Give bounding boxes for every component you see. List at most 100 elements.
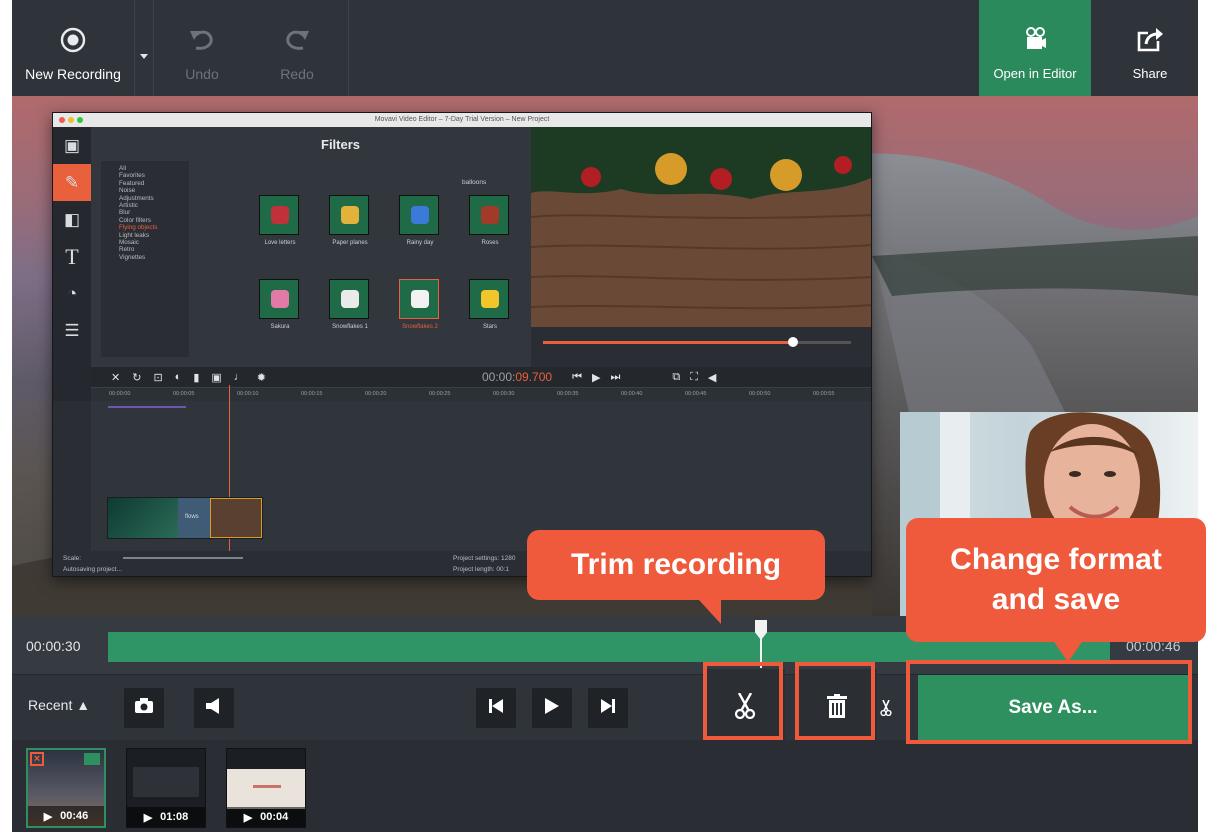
- filter-name: Love letters: [264, 240, 296, 246]
- shapes-icon: ◔: [66, 283, 78, 303]
- autosave-status: Autosaving project...: [63, 566, 122, 573]
- thumbnail-image: [133, 767, 199, 797]
- cut-icon[interactable]: ✕: [111, 371, 120, 384]
- redo-button[interactable]: Redo: [257, 0, 337, 96]
- prev-frame-icon[interactable]: ⏮: [572, 371, 582, 384]
- ruler-tick-label: 00:00:20: [365, 391, 387, 397]
- editor-progress-remaining: [793, 341, 851, 344]
- filter-category-item[interactable]: Flying objects: [119, 224, 185, 231]
- filter-preview-mark: [341, 290, 359, 308]
- remove-icon[interactable]: ×: [30, 752, 44, 766]
- new-recording-button[interactable]: New Recording: [12, 0, 134, 96]
- filter-name: Sakura: [270, 324, 290, 330]
- scissors-small-icon[interactable]: [878, 697, 894, 719]
- filter-category-item[interactable]: Color filters: [119, 217, 185, 224]
- open-in-editor-button[interactable]: Open in Editor: [979, 0, 1091, 96]
- settings-icon[interactable]: ✹: [257, 371, 266, 384]
- redo-icon: [283, 20, 311, 60]
- minimize-dot-icon: [68, 117, 74, 123]
- rotate-icon[interactable]: ↻: [132, 371, 141, 384]
- recent-thumbnail[interactable]: ▶ 01:08: [126, 748, 206, 828]
- volume-icon[interactable]: ◀: [708, 371, 716, 384]
- filter-category-item[interactable]: Light leaks: [119, 232, 185, 239]
- filter-thumbnail[interactable]: Snowflakes 2: [399, 279, 439, 330]
- filter-thumbnail[interactable]: Snowflakes 1: [329, 279, 369, 330]
- duration-bar: ▶ 00:04: [227, 807, 305, 827]
- filter-thumbnail[interactable]: Love letters: [259, 195, 299, 246]
- recent-duration: 01:08: [160, 811, 189, 823]
- filter-category-item[interactable]: Retro: [119, 246, 185, 253]
- filter-category-list: All Favorites Featured Noise Adjustments Arti…: [101, 161, 189, 357]
- more-icon: ☰: [64, 320, 80, 340]
- undo-button[interactable]: Undo: [162, 0, 242, 96]
- fullscreen-icon[interactable]: ⛶: [690, 371, 698, 384]
- filter-thumbnail[interactable]: Paper planes: [329, 195, 369, 246]
- detach-icon[interactable]: ⧉: [672, 371, 680, 384]
- skip-to-end-button[interactable]: [588, 688, 628, 728]
- filter-category-item[interactable]: Favorites: [119, 172, 185, 179]
- editor-timecode-prefix: 00:00:: [482, 370, 516, 384]
- editor-progress: [543, 341, 793, 344]
- recent-duration: 00:04: [260, 811, 289, 823]
- image-icon[interactable]: ▣: [211, 371, 221, 384]
- close-dot-icon: [59, 117, 65, 123]
- filters-icon: ✎: [53, 164, 91, 201]
- new-recording-label: New Recording: [25, 66, 121, 82]
- filter-thumbnail[interactable]: Sakura: [259, 279, 299, 330]
- recent-thumbnail[interactable]: × ▶ 00:46: [26, 748, 106, 828]
- share-button[interactable]: Share: [1102, 0, 1198, 96]
- snapshot-button[interactable]: [124, 688, 164, 728]
- play-icon: ▶: [143, 811, 153, 824]
- film-camera-icon: [1024, 20, 1046, 60]
- recent-toggle[interactable]: Recent ▲: [28, 697, 90, 713]
- recent-thumbnail[interactable]: ▶ 00:04: [226, 748, 306, 828]
- thumbnail-image: [227, 769, 305, 809]
- open-in-editor-label: Open in Editor: [993, 66, 1077, 81]
- scale-slider[interactable]: [123, 557, 243, 559]
- ruler-tick-label: 00:00:00: [109, 391, 131, 397]
- filter-name: Rainy day: [406, 240, 434, 246]
- filter-name: Stars: [482, 324, 497, 330]
- filter-preview-mark: [411, 290, 429, 308]
- media-icon: ▣: [63, 135, 81, 155]
- delete-icon[interactable]: ▮: [193, 371, 199, 384]
- volume-button[interactable]: [194, 688, 234, 728]
- filter-thumbnail[interactable]: Stars: [469, 279, 509, 330]
- editor-time-ruler: 00:00:00 00:00:05 00:00:10 00:00:15 00:00:20…: [91, 387, 871, 401]
- editor-title-bar: Movavi Video Editor – 7-Day Trial Versio…: [53, 113, 871, 127]
- ruler-tick-label: 00:00:15: [301, 391, 323, 397]
- clip-label: flows: [185, 514, 199, 520]
- ruler-tick-label: 00:00:10: [237, 391, 259, 397]
- play-icon[interactable]: ▶: [592, 371, 600, 384]
- filters-panel: Filters All Favorites Featured Noise Adjustm…: [91, 127, 572, 367]
- ruler-tick-label: 00:00:40: [621, 391, 643, 397]
- filter-preview-mark: [411, 206, 429, 224]
- filter-thumbnail[interactable]: Rainy day: [399, 195, 439, 246]
- filter-category-item[interactable]: Vignettes: [119, 254, 185, 261]
- recording-mode-dropdown[interactable]: [135, 0, 153, 96]
- filter-group-header: balloons: [462, 179, 487, 186]
- filter-category-item[interactable]: All: [119, 165, 185, 172]
- crop-icon[interactable]: ⊡: [153, 371, 162, 384]
- editor-progress-knob[interactable]: [788, 337, 798, 347]
- filter-thumbnail[interactable]: Roses: [469, 195, 509, 246]
- play-button[interactable]: [532, 688, 572, 728]
- filter-category-item[interactable]: Artistic: [119, 202, 185, 209]
- play-icon: ▶: [243, 811, 253, 824]
- color-icon[interactable]: ◐: [175, 371, 182, 383]
- filter-name: Snowflakes 2: [402, 324, 438, 330]
- ruler-tick-label: 00:00:55: [813, 391, 835, 397]
- editor-timecode-accent: 09.700: [515, 370, 553, 384]
- filter-category-item[interactable]: Featured: [119, 180, 185, 187]
- folder-icon[interactable]: [84, 753, 100, 765]
- filter-category-item[interactable]: Blur: [119, 209, 185, 216]
- filter-category-item[interactable]: Mosaic: [119, 239, 185, 246]
- zoom-dot-icon: [77, 117, 83, 123]
- filter-category-item[interactable]: Noise: [119, 187, 185, 194]
- save-as-highlight: [906, 660, 1192, 744]
- video-clip[interactable]: flows: [107, 497, 263, 539]
- next-frame-icon[interactable]: ⏭: [610, 371, 620, 384]
- mic-icon[interactable]: ♩: [234, 371, 245, 383]
- filter-category-item[interactable]: Adjustments: [119, 195, 185, 202]
- skip-to-start-button[interactable]: [476, 688, 516, 728]
